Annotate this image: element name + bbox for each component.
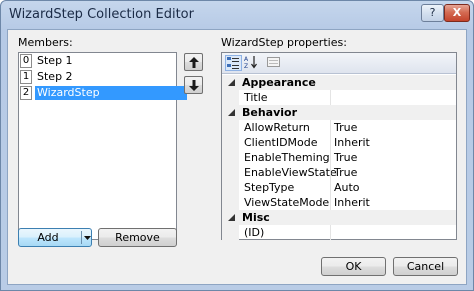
property-name: EnableViewState bbox=[244, 166, 337, 179]
property-row[interactable]: ViewStateMode Inherit bbox=[222, 195, 456, 210]
collapse-arrow-icon[interactable] bbox=[228, 214, 235, 221]
window-title: WizardStep Collection Editor bbox=[9, 7, 194, 22]
property-value[interactable]: True bbox=[334, 121, 357, 134]
svg-text:A: A bbox=[244, 56, 249, 63]
category-name: Behavior bbox=[242, 106, 298, 119]
alphabetical-icon[interactable]: A Z bbox=[244, 55, 261, 71]
svg-text:Z: Z bbox=[244, 63, 248, 69]
category-name: Misc bbox=[242, 211, 270, 224]
categorized-icon[interactable] bbox=[225, 55, 242, 71]
move-up-button[interactable] bbox=[184, 53, 203, 71]
collapse-arrow-icon[interactable] bbox=[228, 79, 235, 86]
category-name: Appearance bbox=[242, 76, 316, 89]
property-value[interactable]: Inherit bbox=[334, 196, 370, 209]
property-name: EnableTheming bbox=[244, 151, 330, 164]
chevron-down-icon[interactable] bbox=[84, 236, 91, 240]
remove-button[interactable]: Remove bbox=[98, 228, 177, 247]
member-index: 0 bbox=[20, 54, 32, 68]
member-index: 2 bbox=[20, 86, 32, 100]
members-list[interactable]: 0 Step 1 1 Step 2 2 WizardStep bbox=[18, 52, 187, 240]
property-value[interactable]: True bbox=[334, 166, 357, 179]
category-row[interactable]: Misc bbox=[222, 210, 456, 225]
category-row[interactable]: Appearance bbox=[222, 75, 456, 90]
property-grid-body: Appearance Title Behavior AllowReturn Tr… bbox=[222, 75, 456, 240]
property-row[interactable]: (ID) bbox=[222, 225, 456, 240]
ok-button[interactable]: OK bbox=[321, 257, 386, 276]
members-label: Members: bbox=[18, 36, 73, 49]
property-pages-icon[interactable] bbox=[266, 55, 283, 71]
category-row[interactable]: Behavior bbox=[222, 105, 456, 120]
property-row[interactable]: AllowReturn True bbox=[222, 120, 456, 135]
member-item[interactable]: 1 Step 2 bbox=[19, 69, 176, 85]
member-item-selected[interactable]: 2 WizardStep bbox=[19, 85, 187, 101]
dialog-window: WizardStep Collection Editor ? X Members… bbox=[0, 0, 474, 291]
properties-label: WizardStep properties: bbox=[221, 36, 347, 49]
arrow-down-icon bbox=[189, 80, 199, 91]
collapse-arrow-icon[interactable] bbox=[228, 109, 235, 116]
property-name: (ID) bbox=[244, 226, 265, 239]
arrow-up-icon bbox=[189, 57, 199, 68]
help-button[interactable]: ? bbox=[421, 4, 444, 22]
property-row[interactable]: Title bbox=[222, 90, 456, 105]
member-label: WizardStep bbox=[35, 86, 187, 100]
title-bar[interactable]: WizardStep Collection Editor ? X bbox=[1, 1, 473, 31]
property-row[interactable]: EnableViewState True bbox=[222, 165, 456, 180]
property-grid-toolbar: A Z bbox=[222, 53, 456, 74]
member-label: Step 2 bbox=[37, 70, 73, 83]
member-index: 1 bbox=[20, 70, 32, 84]
property-row[interactable]: StepType Auto bbox=[222, 180, 456, 195]
property-row[interactable]: ClientIDMode Inherit bbox=[222, 135, 456, 150]
property-name: ViewStateMode bbox=[244, 196, 330, 209]
property-value[interactable]: True bbox=[334, 151, 357, 164]
member-label: Step 1 bbox=[37, 54, 73, 67]
property-name: Title bbox=[244, 91, 268, 104]
member-item[interactable]: 0 Step 1 bbox=[19, 53, 176, 69]
move-down-button[interactable] bbox=[184, 76, 203, 94]
property-value[interactable]: Inherit bbox=[334, 136, 370, 149]
property-name: StepType bbox=[244, 181, 295, 194]
property-name: ClientIDMode bbox=[244, 136, 318, 149]
add-button-label: Add bbox=[37, 231, 59, 244]
property-value[interactable]: Auto bbox=[334, 181, 360, 194]
dialog-client-area: Members: 0 Step 1 1 Step 2 2 WizardStep bbox=[7, 29, 467, 285]
property-grid[interactable]: A Z Appearance Title Behavior AllowRetur… bbox=[221, 52, 457, 240]
close-button[interactable]: X bbox=[444, 4, 470, 22]
property-row[interactable]: EnableTheming True bbox=[222, 150, 456, 165]
property-name: AllowReturn bbox=[244, 121, 310, 134]
add-button[interactable]: Add bbox=[18, 228, 92, 247]
cancel-button[interactable]: Cancel bbox=[393, 257, 458, 276]
